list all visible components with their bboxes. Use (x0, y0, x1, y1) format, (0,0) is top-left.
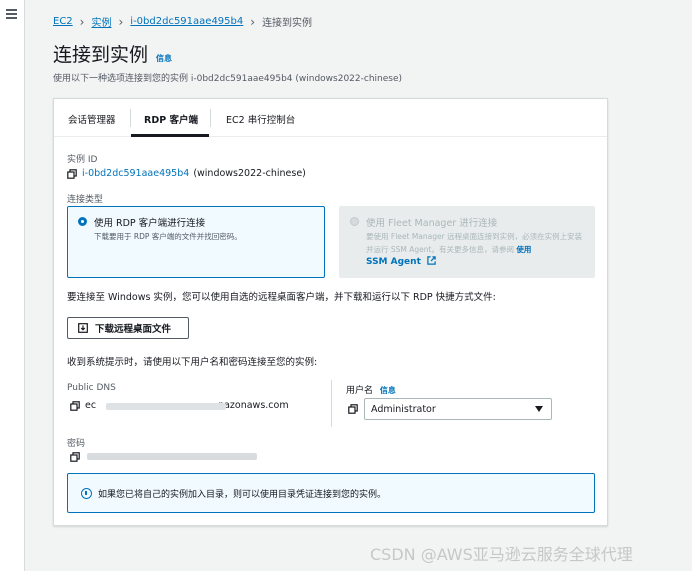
instance-id-label: 实例 ID (67, 155, 98, 165)
side-navigation-rail (0, 0, 25, 571)
tab-session-manager[interactable]: 会话管理器 (68, 112, 116, 126)
copy-icon[interactable] (70, 400, 80, 411)
copy-icon[interactable] (70, 452, 80, 462)
tab-divider (210, 109, 211, 127)
hamburger-menu-icon[interactable] (6, 9, 17, 19)
fleet-manager-radio (350, 217, 359, 226)
breadcrumb-instances[interactable]: 实例 (91, 14, 111, 29)
chevron-right-icon: › (250, 14, 256, 29)
public-dns-suffix: nazonaws.com (218, 400, 289, 411)
active-tab-indicator (131, 134, 209, 137)
tab-ec2-serial-console[interactable]: EC2 串行控制台 (226, 112, 295, 126)
tab-rdp-client[interactable]: RDP 客户端 (144, 112, 198, 126)
page-title-row: 连接到实例 信息 (53, 40, 172, 67)
username-select[interactable]: Administrator (364, 398, 552, 420)
ssm-agent-link[interactable]: SSM Agent (366, 256, 436, 267)
download-button-label: 下载远程桌面文件 (95, 324, 172, 335)
rdp-radio[interactable] (78, 217, 87, 226)
page-description: 使用以下一种选项连接到您的实例 i-0bd2dc591aae495b4 (win… (53, 74, 403, 84)
credentials-prompt: 收到系统提示时，请使用以下用户名和密码连接至您的实例: (67, 357, 318, 368)
breadcrumb-current: 连接到实例 (262, 18, 313, 29)
chevron-right-icon: › (118, 14, 124, 29)
directory-info-alert: 如果您已将自己的实例加入目录，则可以使用目录凭证连接到您的实例。 (67, 473, 595, 513)
instance-name: (windows2022-chinese) (193, 168, 306, 179)
watermark: CSDN @AWS亚马逊云服务全球代理 (370, 545, 633, 564)
fleet-manager-desc-text: 要使用 Fleet Manager 远程桌面连接到实例，必须在实例上安装并运行 … (366, 232, 583, 254)
download-rdp-file-button[interactable]: 下载远程桌面文件 (67, 317, 189, 339)
copy-icon[interactable] (67, 168, 77, 179)
redacted-password (87, 453, 257, 460)
rdp-instructions: 要连接至 Windows 实例，您可以使用自选的远程桌面客户端，并下载和运行以下… (67, 292, 496, 303)
tab-divider (130, 109, 131, 127)
public-dns-prefix: ec (85, 400, 97, 411)
username-info-link[interactable]: 信息 (380, 386, 396, 395)
instance-id-row: i-0bd2dc591aae495b4 (windows2022-chinese… (67, 168, 306, 179)
breadcrumb-instance-id[interactable]: i-0bd2dc591aae495b4 (130, 16, 243, 27)
page-title: 连接到实例 (53, 44, 149, 66)
fleet-manager-desc-link[interactable]: 使用 (516, 245, 531, 254)
public-dns-label: Public DNS (67, 383, 116, 393)
rdp-option-title: 使用 RDP 客户端进行连接 (94, 218, 206, 229)
title-info-link[interactable]: 信息 (156, 53, 172, 64)
username-selected-value: Administrator (371, 403, 436, 415)
alert-text: 如果您已将自己的实例加入目录，则可以使用目录凭证连接到您的实例。 (98, 489, 387, 500)
rdp-option-description: 下载要用于 RDP 客户端的文件并找回密码。 (94, 232, 242, 241)
password-label: 密码 (67, 439, 86, 449)
fleet-manager-option-description: 要使用 Fleet Manager 远程桌面连接到实例，必须在实例上安装并运行 … (366, 230, 586, 256)
fleet-manager-option: 使用 Fleet Manager 进行连接 要使用 Fleet Manager … (339, 206, 595, 278)
connect-card: 会话管理器 RDP 客户端 EC2 串行控制台 实例 ID i-0bd2dc59… (53, 98, 608, 526)
instance-id-link[interactable]: i-0bd2dc591aae495b4 (82, 168, 189, 179)
connection-type-label: 连接类型 (67, 195, 104, 205)
fleet-manager-option-title: 使用 Fleet Manager 进行连接 (366, 218, 498, 229)
breadcrumb: EC2 › 实例 › i-0bd2dc591aae495b4 › 连接到实例 (53, 14, 313, 30)
column-divider (331, 380, 332, 427)
download-icon (78, 323, 88, 333)
caret-down-icon (535, 406, 543, 412)
username-label-row: 用户名 信息 (346, 383, 396, 396)
external-link-icon (427, 256, 436, 265)
rdp-client-option[interactable]: 使用 RDP 客户端进行连接 下载要用于 RDP 客户端的文件并找回密码。 (67, 206, 325, 278)
breadcrumb-ec2[interactable]: EC2 (53, 16, 73, 27)
username-label: 用户名 (346, 386, 374, 396)
ssm-agent-link-label: SSM Agent (366, 257, 421, 267)
chevron-right-icon: › (79, 14, 85, 29)
tab-bar: 会话管理器 RDP 客户端 EC2 串行控制台 (54, 99, 607, 137)
copy-icon[interactable] (348, 404, 358, 414)
redacted-mask (106, 403, 226, 410)
info-circle-icon (81, 487, 92, 499)
